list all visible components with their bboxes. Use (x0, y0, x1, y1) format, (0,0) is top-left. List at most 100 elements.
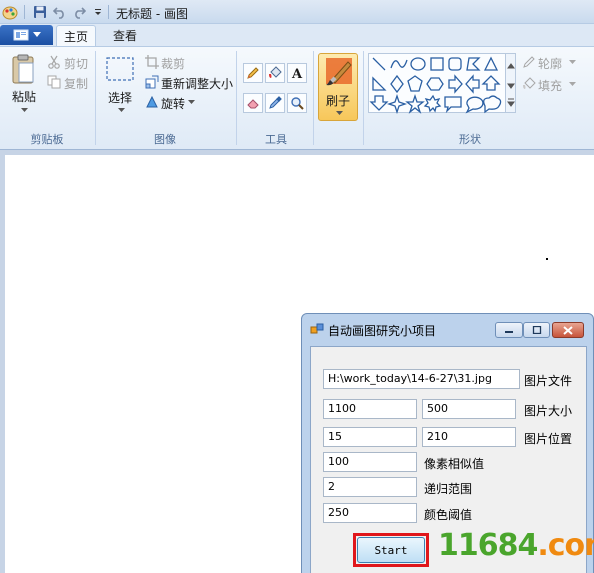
oval-shape-icon (410, 57, 426, 71)
cut-button[interactable]: 剪切 (64, 55, 88, 72)
image-position-label: 图片位置 (524, 432, 573, 446)
chevron-down-icon[interactable] (187, 99, 195, 105)
image-x-input[interactable]: 15 (323, 427, 417, 447)
crop-button[interactable]: 裁剪 (161, 55, 185, 72)
tab-home[interactable]: 主页 (56, 25, 96, 46)
scissors-icon (47, 55, 61, 69)
undo-icon[interactable] (52, 4, 68, 20)
outline-button[interactable]: 轮廓 (538, 55, 562, 72)
ribbon-tab-bar: 主页 查看 (0, 24, 594, 46)
hexagon-shape-icon (426, 77, 444, 91)
minimize-button[interactable] (495, 322, 523, 338)
paint-app-icon[interactable] (2, 4, 18, 20)
rectangle-shape-icon (430, 57, 444, 71)
pixel-similarity-input[interactable]: 100 (323, 452, 417, 472)
select-button[interactable]: 选择 (108, 89, 132, 106)
chevron-down-icon[interactable] (568, 81, 576, 87)
pixel-similarity-label: 像素相似值 (424, 457, 485, 471)
quick-access-dropdown-icon[interactable] (90, 4, 106, 20)
brushes-button[interactable]: 刷子 (318, 53, 358, 121)
file-menu-button[interactable] (0, 25, 53, 45)
image-width-input[interactable]: 1100 (323, 399, 417, 419)
color-picker-icon[interactable] (265, 93, 285, 113)
text-icon[interactable]: A (287, 63, 307, 83)
image-file-label: 图片文件 (524, 374, 573, 388)
down-arrow-shape-icon (369, 95, 389, 111)
scroll-arrows-icon (507, 63, 515, 107)
image-y-input[interactable]: 210 (422, 427, 516, 447)
copy-button[interactable]: 复制 (64, 75, 88, 92)
file-menu-icon (13, 29, 28, 41)
chevron-down-icon[interactable] (117, 107, 125, 113)
paste-icon[interactable] (11, 53, 37, 85)
chevron-down-icon (32, 32, 41, 37)
six-point-star-shape-icon (423, 94, 442, 113)
watermark-domain: .com (537, 528, 594, 563)
eraser-icon[interactable] (243, 93, 263, 113)
shapes-gallery[interactable] (368, 53, 506, 115)
chevron-down-icon[interactable] (20, 107, 28, 113)
maximize-button[interactable] (523, 322, 550, 338)
rotate-button[interactable]: 旋转 (161, 95, 185, 112)
right-triangle-shape-icon (372, 76, 387, 91)
group-divider (95, 51, 96, 145)
shapes-gallery-scroll[interactable] (506, 53, 516, 113)
brushes-label: 刷子 (326, 94, 351, 108)
recursion-range-input[interactable]: 2 (323, 477, 417, 497)
rectangular-callout-shape-icon (444, 96, 462, 114)
crop-icon (145, 55, 159, 69)
resize-icon (145, 75, 159, 89)
four-point-star-shape-icon (386, 93, 408, 115)
close-icon (563, 325, 573, 335)
group-divider (236, 51, 237, 145)
oval-callout-shape-icon (465, 96, 484, 114)
site-watermark: 11684.com (438, 528, 594, 563)
ribbon: 粘贴 剪切 复制 剪贴板 选择 裁剪 重新调整大小 旋转 图像 A 工具 刷子 … (0, 46, 594, 150)
right-arrow-shape-icon (448, 74, 463, 94)
close-button[interactable] (552, 322, 584, 338)
pentagon-shape-icon (407, 75, 423, 92)
minimize-icon (505, 331, 513, 333)
tab-view[interactable]: 查看 (104, 25, 146, 46)
image-height-input[interactable]: 500 (422, 399, 516, 419)
paste-button[interactable]: 粘贴 (12, 88, 36, 105)
outline-icon (522, 55, 536, 69)
fill-icon (522, 77, 536, 91)
dialog-title: 自动画图研究小项目 (328, 324, 437, 338)
dialog-app-icon (310, 322, 324, 339)
clipboard-group-label: 剪贴板 (30, 133, 64, 146)
save-icon[interactable] (32, 4, 48, 20)
chevron-down-icon (335, 110, 343, 116)
rounded-rectangle-shape-icon (448, 57, 462, 71)
fill-button[interactable]: 填充 (538, 77, 562, 94)
curve-shape-icon (390, 59, 408, 69)
select-icon[interactable] (106, 57, 134, 81)
resize-button[interactable]: 重新调整大小 (161, 75, 233, 92)
chevron-down-icon[interactable] (568, 59, 576, 65)
recursion-range-label: 递归范围 (424, 482, 473, 496)
watermark-number: 11684 (438, 528, 538, 563)
separator (24, 5, 25, 19)
dialog-title-bar[interactable]: 自动画图研究小项目 (302, 314, 593, 342)
title-bar: 无标题 - 画图 (0, 0, 594, 24)
magnifier-icon[interactable] (287, 93, 307, 113)
start-button[interactable]: Start (357, 537, 425, 563)
rotate-icon (145, 95, 159, 109)
maximize-icon (532, 326, 541, 334)
copy-icon (47, 75, 61, 89)
line-shape-icon (372, 57, 386, 71)
tools-group-label: 工具 (265, 133, 287, 146)
left-arrow-shape-icon (465, 74, 480, 94)
separator (108, 5, 109, 19)
cloud-callout-shape-icon (483, 95, 502, 114)
group-divider (363, 51, 364, 145)
shapes-group-label: 形状 (459, 133, 481, 146)
fill-bucket-icon[interactable] (265, 63, 285, 83)
pencil-icon[interactable] (243, 63, 263, 83)
up-arrow-shape-icon (481, 75, 501, 91)
window-title: 无标题 - 画图 (116, 7, 188, 21)
diamond-shape-icon (390, 74, 404, 94)
redo-icon[interactable] (71, 4, 87, 20)
image-file-input[interactable]: H:\work_today\14-6-27\31.jpg (323, 369, 520, 389)
color-threshold-input[interactable]: 250 (323, 503, 417, 523)
